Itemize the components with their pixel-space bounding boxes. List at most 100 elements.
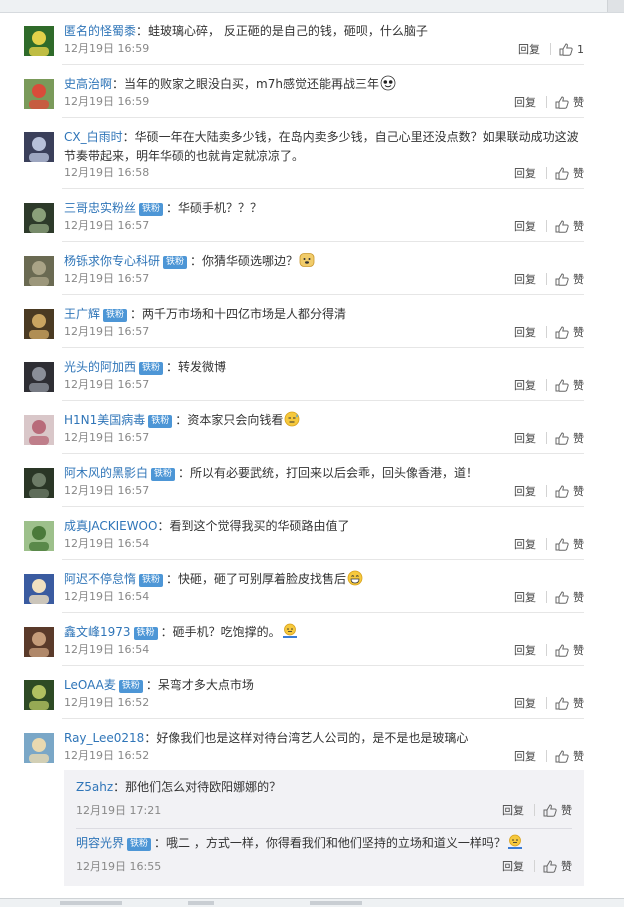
- fan-badge[interactable]: 铁粉: [139, 574, 164, 587]
- reply-button[interactable]: 回复: [514, 165, 536, 181]
- thumbs-up-icon[interactable]: [543, 859, 557, 873]
- commenter-name[interactable]: 史高治啊: [64, 77, 112, 91]
- commenter-name[interactable]: Z5ahz: [76, 780, 113, 794]
- reply-button[interactable]: 回复: [518, 41, 540, 57]
- like-count[interactable]: 赞: [573, 324, 584, 340]
- thumbs-up-icon[interactable]: [543, 803, 557, 817]
- reply-button[interactable]: 回复: [514, 218, 536, 234]
- avatar[interactable]: [24, 26, 54, 56]
- fan-badge[interactable]: 铁粉: [133, 627, 158, 640]
- commenter-name[interactable]: LeOAA麦: [64, 678, 116, 692]
- reply-button[interactable]: 回复: [514, 536, 536, 552]
- thumbs-up-icon[interactable]: [555, 166, 569, 180]
- commenter-name[interactable]: 阿木风的黑影白: [64, 466, 148, 480]
- thumbs-up-icon[interactable]: [555, 431, 569, 445]
- like-count[interactable]: 赞: [573, 642, 584, 658]
- avatar[interactable]: [24, 203, 54, 233]
- thumbs-up-icon[interactable]: [555, 325, 569, 339]
- avatar[interactable]: [24, 680, 54, 710]
- like-count[interactable]: 赞: [573, 695, 584, 711]
- comment-line: H1N1美国病毒 铁粉 ：资本家只会向钱看: [64, 411, 590, 430]
- like-count[interactable]: 赞: [573, 271, 584, 287]
- commenter-name[interactable]: 成真JACKIEWOO: [64, 519, 157, 533]
- reply-button[interactable]: 回复: [514, 642, 536, 658]
- reply-button[interactable]: 回复: [502, 802, 524, 818]
- commenter-name[interactable]: 明容光界: [76, 836, 124, 850]
- reply-button[interactable]: 回复: [514, 271, 536, 287]
- fan-badge[interactable]: 铁粉: [163, 256, 188, 269]
- fan-badge[interactable]: 铁粉: [139, 362, 164, 375]
- fan-badge[interactable]: 铁粉: [148, 415, 173, 428]
- avatar[interactable]: [24, 574, 54, 604]
- avatar[interactable]: [24, 132, 54, 162]
- like-count[interactable]: 赞: [573, 218, 584, 234]
- reply-button[interactable]: 回复: [514, 589, 536, 605]
- thumbs-up-icon[interactable]: [559, 42, 573, 56]
- taskbar-segment[interactable]: [188, 901, 214, 905]
- fan-badge[interactable]: 铁粉: [151, 468, 176, 481]
- thumbs-up-icon[interactable]: [555, 95, 569, 109]
- fan-badge[interactable]: 铁粉: [118, 680, 143, 693]
- avatar[interactable]: [24, 733, 54, 763]
- like-count[interactable]: 1: [577, 43, 584, 56]
- reply-button[interactable]: 回复: [514, 94, 536, 110]
- commenter-name[interactable]: 光头的阿加西: [64, 360, 136, 374]
- reply-button[interactable]: 回复: [514, 324, 536, 340]
- avatar[interactable]: [24, 362, 54, 392]
- fan-badge[interactable]: 铁粉: [139, 203, 164, 216]
- scrollbar-top[interactable]: [607, 0, 624, 12]
- commenter-name[interactable]: 匿名的怪蜀黍: [64, 24, 136, 38]
- commenter-name[interactable]: H1N1美国病毒: [64, 413, 145, 427]
- reply-button[interactable]: 回复: [514, 483, 536, 499]
- action-divider: [546, 273, 547, 285]
- thumbs-up-icon[interactable]: [555, 749, 569, 763]
- avatar[interactable]: [24, 256, 54, 286]
- reply-item: 明容光界 铁粉 ：哦二 ，方式一样，你得看我们和他们坚持的立场和道义一样吗？ 12月1…: [64, 826, 584, 880]
- reply-button[interactable]: 回复: [514, 430, 536, 446]
- thumbs-up-icon[interactable]: [555, 590, 569, 604]
- commenter-name[interactable]: 王广辉: [64, 307, 100, 321]
- taskbar-segment[interactable]: [310, 901, 362, 905]
- like-count[interactable]: 赞: [573, 589, 584, 605]
- avatar[interactable]: [24, 468, 54, 498]
- separator-colon: ：: [157, 519, 170, 533]
- like-count[interactable]: 赞: [573, 165, 584, 181]
- like-count[interactable]: 赞: [573, 430, 584, 446]
- commenter-name[interactable]: 三哥忠实粉丝: [64, 201, 136, 215]
- thumbs-up-icon[interactable]: [555, 484, 569, 498]
- thumbs-up-icon[interactable]: [555, 378, 569, 392]
- avatar[interactable]: [24, 309, 54, 339]
- fan-badge[interactable]: 铁粉: [127, 838, 152, 851]
- thumbs-up-icon[interactable]: [555, 696, 569, 710]
- like-count[interactable]: 赞: [561, 802, 572, 818]
- thumbs-up-icon[interactable]: [555, 643, 569, 657]
- like-count[interactable]: 赞: [573, 94, 584, 110]
- avatar[interactable]: [24, 79, 54, 109]
- separator-colon: ：: [178, 466, 191, 480]
- like-count[interactable]: 赞: [573, 377, 584, 393]
- like-count[interactable]: 赞: [573, 536, 584, 552]
- avatar[interactable]: [24, 627, 54, 657]
- reply-button[interactable]: 回复: [514, 748, 536, 764]
- thumbs-up-icon[interactable]: [555, 219, 569, 233]
- commenter-name[interactable]: 鑫文峰1973: [64, 625, 131, 639]
- separator-colon: ：: [112, 77, 125, 91]
- reply-button[interactable]: 回复: [514, 377, 536, 393]
- like-count[interactable]: 赞: [561, 858, 572, 874]
- thumbs-up-icon[interactable]: [555, 537, 569, 551]
- reply-button[interactable]: 回复: [514, 695, 536, 711]
- avatar[interactable]: [24, 521, 54, 551]
- reply-button[interactable]: 回复: [502, 858, 524, 874]
- separator-colon: ：: [190, 254, 203, 268]
- avatar[interactable]: [24, 415, 54, 445]
- fan-badge[interactable]: 铁粉: [103, 309, 128, 322]
- thumbs-up-icon[interactable]: [555, 272, 569, 286]
- like-count[interactable]: 赞: [573, 483, 584, 499]
- commenter-name[interactable]: 阿迟不停怠惰: [64, 572, 136, 586]
- like-count[interactable]: 赞: [573, 748, 584, 764]
- commenter-name[interactable]: 杨铄求你专心科研: [64, 254, 160, 268]
- taskbar-segment[interactable]: [60, 901, 122, 905]
- commenter-name[interactable]: Ray_Lee0218: [64, 731, 144, 745]
- commenter-name[interactable]: CX_白雨时: [64, 130, 123, 144]
- shrug-emoji: [282, 623, 298, 639]
